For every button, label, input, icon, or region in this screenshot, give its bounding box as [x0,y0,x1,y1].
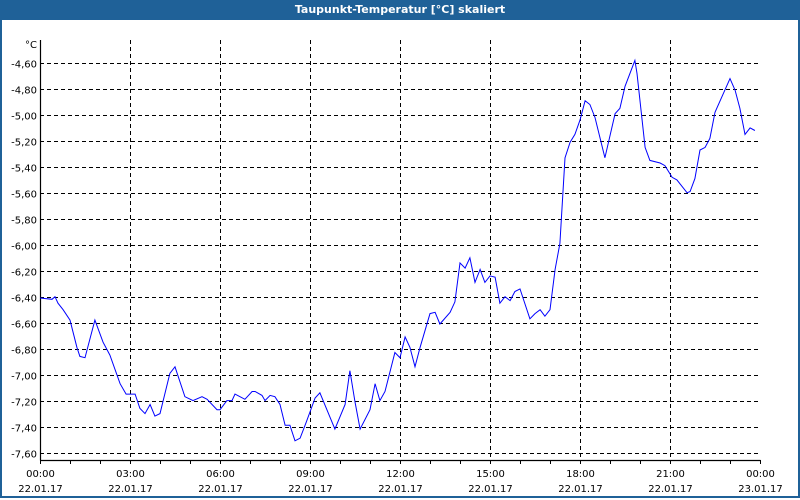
y-tick-label: -7,00 [11,372,37,383]
x-tick-date-label: 22.01.17 [468,484,513,495]
x-tick-time-label: 21:00 [656,469,685,480]
y-tick-label: -5,80 [11,216,37,227]
x-tick-time-label: 00:00 [746,469,775,480]
y-tick-label: -6,20 [11,268,37,279]
y-tick-label: -5,60 [11,190,37,201]
x-tick-time-label: 18:00 [566,469,595,480]
y-tick-label: -4,60 [11,60,37,71]
y-tick-label: -6,00 [11,242,37,253]
y-tick-label: -5,20 [11,138,37,149]
y-tick-label: -6,40 [11,294,37,305]
y-tick-label: -7,40 [11,424,37,435]
y-tick-label: -5,40 [11,164,37,175]
y-tick-label: -5,00 [11,112,37,123]
x-tick-time-label: 06:00 [206,469,235,480]
x-tick-date-label: 22.01.17 [288,484,333,495]
x-tick-date-label: 22.01.17 [18,484,63,495]
y-tick-label: -4,80 [11,86,37,97]
x-tick-time-label: 09:00 [296,469,325,480]
x-tick-time-label: 12:00 [386,469,415,480]
line-chart: -4,60 -4,80 -5,00 -5,20 -5,40 -5,60 -5,80 -6,00… [11,40,783,496]
series-line-dewpoint [39,58,756,442]
y-tick-label: -7,20 [11,398,37,409]
y-tick-label: -6,80 [11,346,37,357]
y-tick-label: -6,60 [11,320,37,331]
series [39,58,756,442]
x-tick-time-label: 03:00 [116,469,145,480]
tick-labels: -4,60 -4,80 -5,00 -5,20 -5,40 -5,60 -5,80 -6,00… [11,60,783,496]
x-tick-date-label: 22.01.17 [558,484,603,495]
grid [40,40,760,460]
x-tick-time-label: 00:00 [26,469,55,480]
y-tick-label: -7,60 [11,450,37,461]
x-tick-date-label: 22.01.17 [378,484,423,495]
y-axis-unit-label: °C [25,40,37,51]
x-tick-date-label: 22.01.17 [648,484,693,495]
x-tick-date-label: 23.01.17 [738,484,783,495]
x-tick-date-label: 22.01.17 [108,484,153,495]
x-tick-time-label: 15:00 [476,469,505,480]
x-tick-date-label: 22.01.17 [198,484,243,495]
